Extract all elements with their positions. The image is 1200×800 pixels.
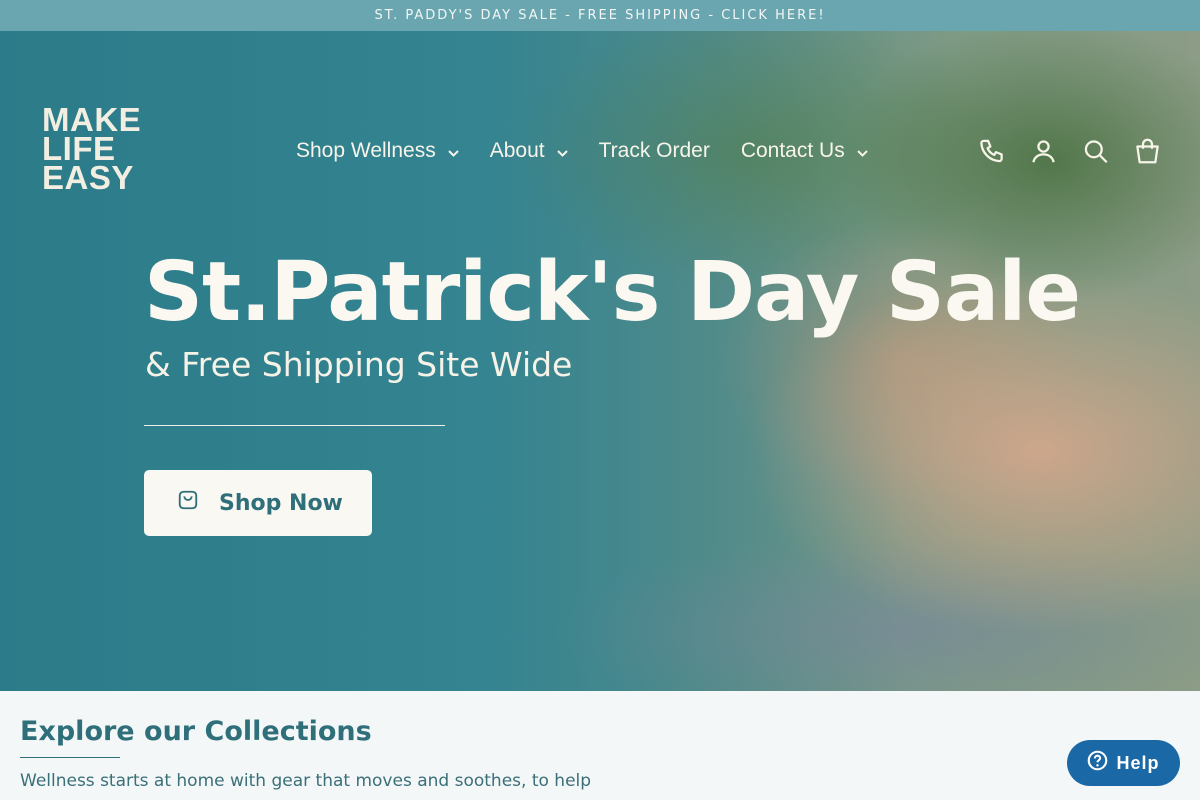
nav-item-label: Contact Us <box>740 139 845 162</box>
shop-now-label: Shop Now <box>219 490 343 516</box>
help-button[interactable]: Help <box>1067 740 1180 786</box>
nav-item-about[interactable]: About <box>490 139 568 163</box>
search-icon[interactable] <box>1082 137 1109 165</box>
shop-now-button[interactable]: Shop Now <box>144 470 372 536</box>
nav-item-contact-us[interactable]: Contact Us <box>741 139 868 163</box>
question-circle-icon <box>1087 750 1116 776</box>
hero-banner: MAKE LIFE EASY Shop Wellness About Track… <box>0 31 1200 691</box>
nav-item-label: About <box>489 139 545 162</box>
shopping-bag-icon <box>177 489 219 517</box>
announcement-bar[interactable]: ST. PADDY'S DAY SALE - FREE SHIPPING - C… <box>0 0 1200 31</box>
phone-icon[interactable] <box>978 137 1005 165</box>
announcement-text: ST. PADDY'S DAY SALE - FREE SHIPPING - C… <box>374 8 826 23</box>
chevron-down-icon <box>447 139 459 163</box>
main-nav: Shop Wellness About Track Order Contact … <box>296 132 899 170</box>
nav-item-label: Shop Wellness <box>296 139 436 162</box>
help-label: Help <box>1116 752 1160 773</box>
collections-title-underline <box>20 757 120 758</box>
hero-headline: St.Patrick's Day Sale <box>144 245 1081 340</box>
account-icon[interactable] <box>1030 137 1057 165</box>
nav-item-shop-wellness[interactable]: Shop Wellness <box>296 139 459 163</box>
site-logo[interactable]: MAKE LIFE EASY <box>42 103 141 196</box>
nav-item-label: Track Order <box>598 139 710 162</box>
nav-item-track-order[interactable]: Track Order <box>599 139 710 163</box>
header-icons <box>978 137 1161 165</box>
chevron-down-icon <box>856 139 868 163</box>
collections-section: Explore our Collections Wellness starts … <box>20 716 620 794</box>
collections-title: Explore our Collections <box>20 716 372 747</box>
collections-description: Wellness starts at home with gear that m… <box>20 771 592 791</box>
chevron-down-icon <box>556 139 568 163</box>
logo-line-3: EASY <box>42 159 134 196</box>
hero-subheadline: & Free Shipping Site Wide <box>145 345 573 384</box>
cart-icon[interactable] <box>1134 137 1161 165</box>
hero-divider <box>144 425 445 426</box>
